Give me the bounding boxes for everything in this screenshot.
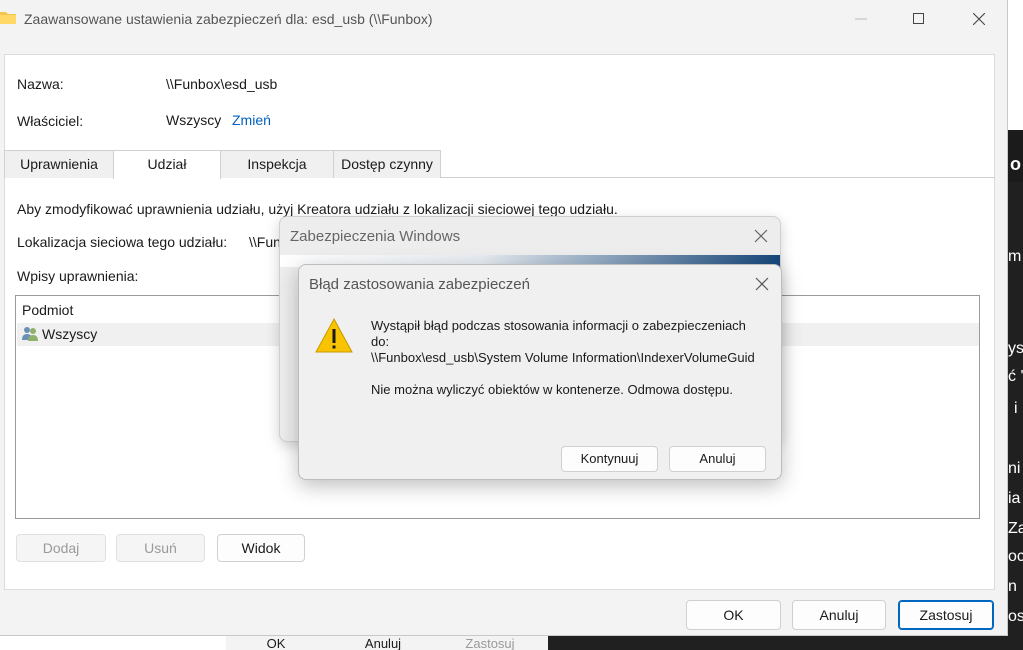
error-message-line: Wystąpił błąd podczas stosowania informa… [371, 318, 746, 333]
cancel-button[interactable]: Anuluj [792, 600, 886, 630]
security-error-dialog: Błąd zastosowania zabezpieczeń Wystąpił … [298, 264, 782, 480]
error-detail: Nie można wyliczyć obiektów w kontenerze… [371, 382, 733, 397]
ok-button[interactable]: OK [686, 600, 781, 630]
permission-entries-label: Wpisy uprawnienia: [17, 268, 139, 284]
tab-effective-access[interactable]: Dostęp czynny [333, 150, 441, 178]
background-text-fragment: n [1008, 578, 1017, 595]
background-text-fragment: os [1008, 608, 1023, 625]
network-location-value: \\Fun [249, 234, 281, 250]
continue-button[interactable]: Kontynuuj [561, 446, 658, 472]
maximize-button[interactable] [890, 0, 948, 38]
error-message-line: do: [371, 334, 390, 349]
name-value: \\Funbox\esd_usb [166, 76, 278, 92]
add-button[interactable]: Dodaj [16, 534, 106, 562]
remove-button[interactable]: Usuń [116, 534, 205, 562]
apply-button[interactable]: Zastosuj [898, 600, 994, 630]
share-info-text: Aby zmodyfikować uprawnienia udziału, uż… [17, 201, 618, 217]
close-icon [973, 13, 985, 25]
background-text-fragment: m [1008, 248, 1022, 265]
background-text-fragment: ia [1008, 490, 1021, 507]
tab-permissions[interactable]: Uprawnienia [4, 150, 114, 178]
background-text-fragment: ni [1008, 460, 1021, 477]
users-icon [22, 327, 38, 341]
tab-auditing[interactable]: Inspekcja [220, 150, 334, 178]
name-label: Nazwa: [17, 76, 64, 92]
error-cancel-button[interactable]: Anuluj [669, 446, 766, 472]
close-button[interactable] [950, 0, 1008, 38]
window-title: Zaawansowane ustawienia zabezpieczeń dla… [24, 11, 433, 27]
background-terminal-right: m ys ć ' i ni ia Za oc n os [1008, 182, 1023, 650]
background-cancel-button: Anuluj [364, 636, 402, 650]
title-bar[interactable]: Zaawansowane ustawienia zabezpieczeń dla… [0, 0, 1008, 40]
owner-value: Wszyscy [166, 112, 222, 128]
maximize-icon [913, 13, 924, 24]
background-text-fragment: i [1014, 400, 1018, 417]
owner-label: Właściciel: [17, 113, 84, 129]
close-icon[interactable] [754, 229, 768, 243]
change-owner-link[interactable]: Zmień [232, 112, 271, 128]
background-terminal-bottom [548, 636, 1008, 650]
background-window-right-header: o [1008, 130, 1023, 182]
background-text-fragment: Za [1008, 520, 1023, 537]
error-path: \\Funbox\esd_usb\System Volume Informati… [371, 350, 755, 365]
folder-icon [0, 12, 16, 24]
column-header-principal[interactable]: Podmiot [22, 302, 73, 318]
background-text-fragment: oc [1008, 548, 1023, 565]
background-text-fragment: ć ' [1008, 368, 1023, 385]
network-location-label: Lokalizacja sieciowa tego udziału: [17, 234, 228, 250]
background-ok-button: OK [266, 636, 286, 650]
warning-icon [315, 317, 353, 353]
background-text-fragment: o [1010, 154, 1021, 174]
background-text-fragment: ys [1008, 340, 1023, 357]
close-icon[interactable] [755, 277, 769, 291]
security-dialog-title: Zabezpieczenia Windows [290, 228, 461, 245]
background-window-buttons: OK Anuluj Zastosuj [226, 636, 548, 650]
view-button[interactable]: Widok [217, 534, 305, 562]
principal-name: Wszyscy [42, 326, 98, 342]
background-apply-button: Zastosuj [465, 636, 515, 650]
minimize-icon [855, 18, 867, 20]
error-dialog-title: Błąd zastosowania zabezpieczeń [309, 276, 530, 293]
tab-share[interactable]: Udział [113, 150, 221, 179]
minimize-button[interactable] [832, 0, 890, 38]
